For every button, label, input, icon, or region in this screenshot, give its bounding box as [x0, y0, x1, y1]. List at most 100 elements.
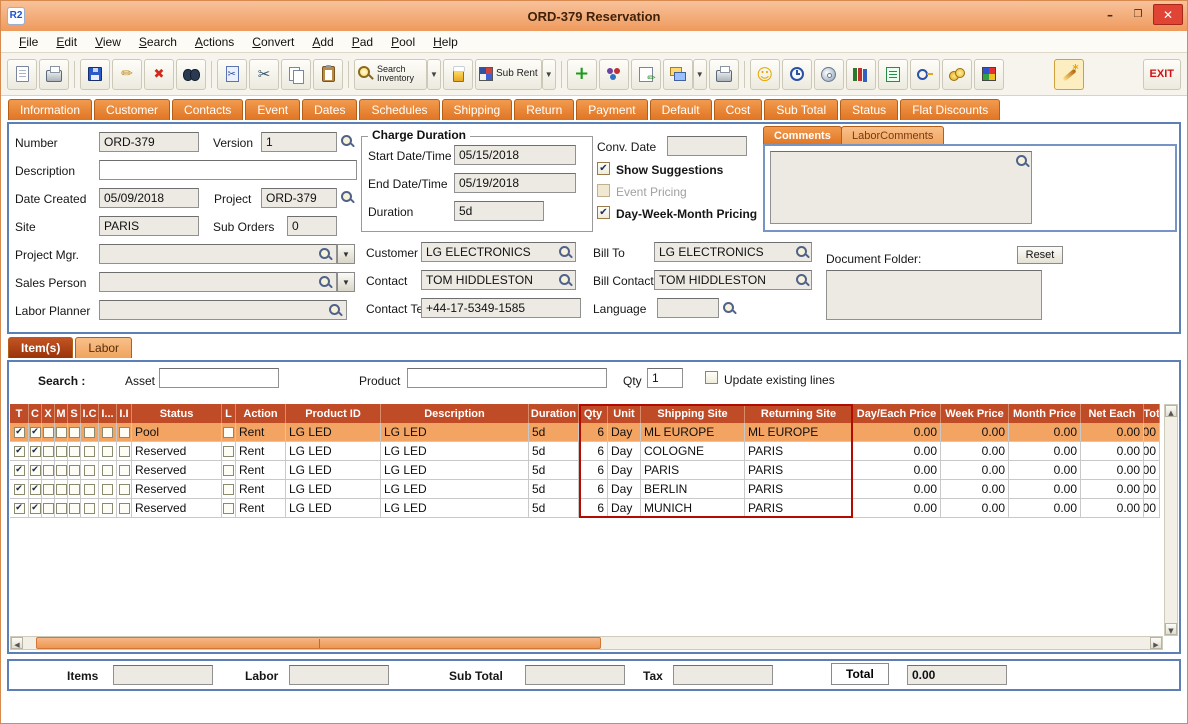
col-header-returning-site[interactable]: Returning Site [745, 404, 853, 423]
contact-search-icon[interactable] [558, 273, 573, 288]
tab-labor-comments[interactable]: LaborComments [841, 126, 945, 145]
sales-person-dropdown[interactable]: ▼ [337, 272, 355, 292]
row-checkbox-idot[interactable] [102, 502, 113, 514]
row-checkbox-ic[interactable] [84, 445, 95, 457]
col-header-s[interactable]: S [68, 404, 81, 423]
notes-button[interactable] [877, 58, 908, 90]
row-checkbox-ic[interactable] [84, 464, 95, 476]
cut-document-button[interactable] [217, 58, 247, 90]
row-checkbox-l[interactable] [223, 426, 234, 438]
col-header-unit[interactable]: Unit [608, 404, 641, 423]
row-checkbox-ii[interactable] [118, 483, 130, 495]
table-row[interactable]: Pool Rent LG LED LG LED 5d 6 Day ML EURO… [10, 423, 1160, 442]
col-header-x[interactable]: X [42, 404, 55, 423]
project-field[interactable] [261, 188, 337, 208]
media-button[interactable] [813, 58, 844, 90]
reset-button[interactable]: Reset [1017, 246, 1063, 264]
scroll-down-icon[interactable]: ▼ [1165, 623, 1177, 635]
sub-rent-dropdown[interactable]: ▼ [541, 58, 556, 90]
menu-item[interactable]: Edit [48, 33, 85, 51]
description-field[interactable] [99, 160, 357, 180]
tax-field[interactable] [673, 665, 773, 685]
col-header-week-price[interactable]: Week Price [941, 404, 1009, 423]
copy-button[interactable] [281, 58, 311, 90]
sub-total-field[interactable] [525, 665, 625, 685]
col-header-day-each-price[interactable]: Day/Each Price [853, 404, 941, 423]
labor-total-field[interactable] [289, 665, 389, 685]
contact-tel-field[interactable] [421, 298, 581, 318]
row-checkbox-s[interactable] [68, 483, 80, 495]
scroll-up-icon[interactable]: ▲ [1165, 405, 1177, 417]
print-button[interactable] [39, 58, 69, 90]
project-mgr-field[interactable] [99, 244, 337, 264]
tab[interactable]: Information [8, 99, 93, 120]
tab[interactable]: Dates [302, 99, 358, 120]
search-inventory-button[interactable]: Search Inventory [354, 58, 427, 90]
row-checkbox-l[interactable] [223, 464, 234, 476]
maximize-button[interactable]: ❒ [1125, 4, 1151, 25]
col-header-qty[interactable]: Qty [579, 404, 608, 423]
language-search-icon[interactable] [722, 301, 737, 316]
sub-orders-field[interactable] [287, 216, 337, 236]
menu-item[interactable]: Search [131, 33, 185, 51]
table-row[interactable]: Reserved Rent LG LED LG LED 5d 6 Day BER… [10, 480, 1160, 499]
menu-item[interactable]: Pad [344, 33, 381, 51]
row-checkbox-c[interactable] [29, 502, 41, 514]
row-checkbox-ic[interactable] [84, 502, 95, 514]
col-header-duration[interactable]: Duration [529, 404, 579, 423]
row-checkbox-x[interactable] [42, 426, 54, 438]
customer-service-button[interactable] [749, 58, 780, 90]
row-checkbox-ii[interactable] [118, 445, 130, 457]
customer-field[interactable] [421, 242, 576, 262]
row-checkbox-s[interactable] [68, 426, 80, 438]
row-checkbox-l[interactable] [223, 445, 234, 457]
col-header-net-each[interactable]: Net Each [1081, 404, 1144, 423]
row-checkbox-t[interactable] [13, 464, 25, 476]
wand-button[interactable] [1054, 58, 1085, 90]
row-checkbox-c[interactable] [29, 464, 41, 476]
qty-input[interactable] [647, 368, 683, 388]
total-field[interactable] [907, 665, 1007, 685]
sales-person-field[interactable] [99, 272, 337, 292]
row-checkbox-ii[interactable] [118, 426, 130, 438]
project-search-icon[interactable] [340, 190, 355, 205]
schedule-button[interactable] [781, 58, 812, 90]
row-checkbox-s[interactable] [68, 464, 80, 476]
show-suggestions-checkbox[interactable] [597, 162, 610, 175]
tab[interactable]: Cost [713, 99, 763, 120]
tab[interactable]: Status [840, 99, 899, 120]
search-inventory-dropdown[interactable]: ▼ [427, 58, 441, 90]
row-checkbox-idot[interactable] [102, 464, 113, 476]
row-checkbox-x[interactable] [42, 464, 54, 476]
row-checkbox-m[interactable] [55, 464, 67, 476]
day-week-month-checkbox[interactable] [597, 206, 610, 219]
bill-contact-search-icon[interactable] [795, 273, 810, 288]
payments-button[interactable] [941, 58, 972, 90]
end-date-field[interactable] [454, 173, 576, 193]
version-search-icon[interactable] [340, 134, 355, 149]
sales-person-search-icon[interactable] [318, 275, 333, 290]
row-checkbox-s[interactable] [68, 445, 80, 457]
edit-note-button[interactable] [630, 58, 661, 90]
language-field[interactable] [657, 298, 719, 318]
row-checkbox-t[interactable] [13, 426, 25, 438]
access-key-button[interactable] [909, 58, 940, 90]
number-field[interactable] [99, 132, 199, 152]
row-checkbox-c[interactable] [29, 426, 41, 438]
col-header-l[interactable]: L [222, 404, 236, 423]
row-checkbox-x[interactable] [42, 445, 54, 457]
exit-button[interactable]: EXIT [1142, 58, 1181, 90]
labor-planner-search-icon[interactable] [328, 303, 343, 318]
print-report-button[interactable] [708, 58, 739, 90]
vertical-scrollbar[interactable]: ▲ ▼ [1164, 404, 1178, 636]
paste-button[interactable] [313, 58, 343, 90]
tab[interactable]: Return [514, 99, 575, 120]
menu-item[interactable]: File [11, 33, 46, 51]
tab[interactable]: Schedules [359, 99, 440, 120]
conv-date-field[interactable] [667, 136, 747, 156]
scroll-right-icon[interactable]: ▶ [1150, 637, 1162, 649]
tab[interactable]: Flat Discounts [900, 99, 1001, 120]
table-row[interactable]: Reserved Rent LG LED LG LED 5d 6 Day MUN… [10, 499, 1160, 518]
delete-button[interactable] [144, 58, 174, 90]
row-checkbox-m[interactable] [55, 445, 67, 457]
